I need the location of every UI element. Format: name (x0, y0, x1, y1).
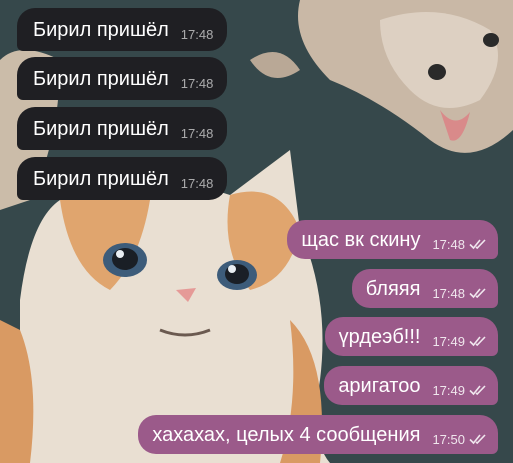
message-time: 17:50 (432, 431, 465, 447)
outgoing-message[interactable]: аригатоо 17:49 (324, 366, 498, 405)
message-text: Бирил пришёл (33, 18, 169, 41)
double-check-icon (469, 434, 486, 445)
message-text: үрдеэб!!! (338, 325, 421, 348)
message-text: Бирил пришёл (33, 117, 169, 140)
message-text: бляяя (365, 277, 421, 300)
message-time: 17:49 (432, 382, 465, 398)
incoming-message[interactable]: Бирил пришёл 17:48 (17, 8, 228, 51)
incoming-message[interactable]: Бирил пришёл 17:48 (17, 57, 228, 100)
message-time: 17:49 (432, 333, 465, 349)
double-check-icon (469, 239, 486, 250)
message-text: щас вк скину (301, 228, 421, 251)
message-time: 17:48 (432, 236, 465, 252)
message-time: 17:48 (180, 175, 214, 191)
message-time: 17:48 (432, 285, 465, 301)
incoming-message[interactable]: Бирил пришёл 17:48 (17, 107, 228, 150)
message-text: Бирил пришёл (33, 167, 169, 190)
incoming-message[interactable]: Бирил пришёл 17:48 (17, 157, 228, 200)
message-time: 17:48 (180, 75, 214, 91)
outgoing-message[interactable]: бляяя 17:48 (351, 269, 498, 308)
outgoing-message[interactable]: үрдеэб!!! 17:49 (324, 317, 498, 356)
message-text: Бирил пришёл (33, 67, 169, 90)
outgoing-message[interactable]: щас вк скину 17:48 (287, 220, 498, 259)
message-text: хахахах, целых 4 сообщения (152, 423, 421, 446)
double-check-icon (469, 385, 486, 396)
message-text: аригатоо (338, 374, 421, 397)
message-time: 17:48 (180, 125, 214, 141)
double-check-icon (469, 336, 486, 347)
outgoing-message[interactable]: хахахах, целых 4 сообщения 17:50 (138, 415, 498, 454)
double-check-icon (469, 288, 486, 299)
message-time: 17:48 (180, 26, 214, 42)
